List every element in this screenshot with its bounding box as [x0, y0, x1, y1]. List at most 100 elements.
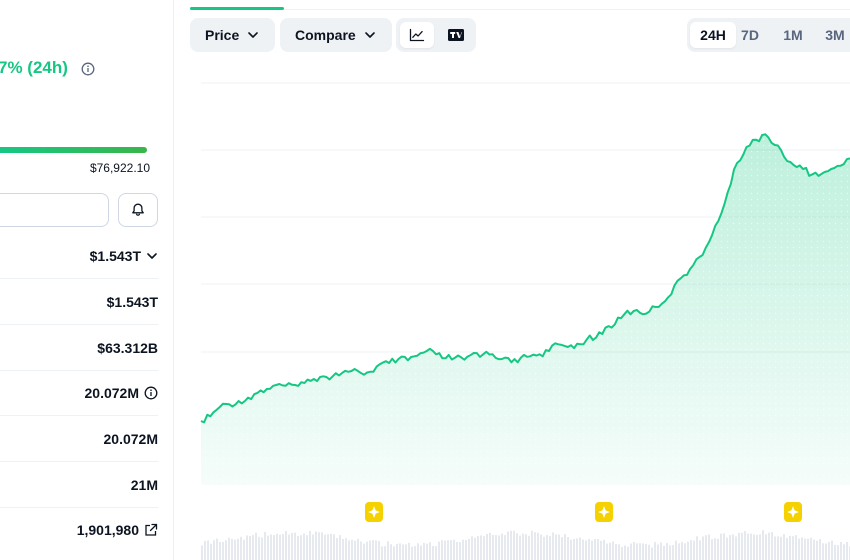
- volume-bar: [546, 535, 548, 560]
- chart-type-toggle: [396, 18, 476, 52]
- line-chart-icon: [409, 28, 425, 42]
- volume-bar: [279, 534, 281, 560]
- volume-bar: [387, 541, 389, 560]
- volume-bar: [666, 543, 668, 560]
- volume-bar: [552, 532, 554, 560]
- volume-bar: [345, 538, 347, 560]
- volume-bar: [663, 545, 665, 560]
- volume-bar: [474, 537, 476, 560]
- volume-bar: [381, 546, 383, 560]
- volume-bar: [792, 536, 794, 560]
- volume-bar: [282, 534, 284, 560]
- volume-bar: [576, 538, 578, 560]
- volume-bar: [339, 535, 341, 560]
- volume-bar: [816, 540, 818, 560]
- volume-bar: [768, 532, 770, 560]
- volume-bar: [636, 543, 638, 560]
- volume-bar: [456, 541, 458, 560]
- volume-bar: [801, 537, 803, 560]
- price-chart[interactable]: [0, 0, 850, 560]
- volume-bar: [210, 543, 212, 560]
- volume-bar: [243, 539, 245, 560]
- volume-bar: [432, 546, 434, 560]
- volume-bar: [693, 540, 695, 560]
- volume-bar: [297, 535, 299, 560]
- volume-bar: [357, 538, 359, 560]
- volume-bar: [807, 538, 809, 560]
- volume-bar: [423, 543, 425, 560]
- volume-bar: [756, 534, 758, 560]
- range-button-3m[interactable]: 3M: [815, 22, 850, 48]
- range-button-24h[interactable]: 24H: [690, 22, 736, 48]
- volume-bar: [459, 542, 461, 560]
- volume-bar: [540, 534, 542, 560]
- volume-bar: [606, 543, 608, 560]
- volume-bar: [717, 538, 719, 560]
- volume-bar: [276, 533, 278, 560]
- volume-bar: [249, 535, 251, 560]
- volume-bar: [369, 540, 371, 560]
- volume-bar: [225, 540, 227, 560]
- volume-bar: [333, 534, 335, 560]
- volume-bar: [222, 541, 224, 560]
- volume-bar: [378, 540, 380, 560]
- volume-bar: [780, 536, 782, 560]
- volume-bar: [513, 530, 515, 560]
- compare-dropdown[interactable]: Compare: [280, 18, 392, 52]
- volume-bar: [720, 533, 722, 560]
- line-chart-button[interactable]: [400, 22, 434, 48]
- volume-bar: [549, 535, 551, 560]
- volume-bar: [597, 539, 599, 560]
- volume-bar: [351, 539, 353, 560]
- volume-bar: [786, 537, 788, 560]
- volume-bar: [258, 537, 260, 560]
- volume-bar: [633, 541, 635, 560]
- volume-bar: [729, 535, 731, 560]
- volume-bar: [714, 538, 716, 560]
- volume-bar: [396, 543, 398, 560]
- compare-dropdown-label: Compare: [295, 27, 356, 43]
- range-button-1m[interactable]: 1M: [775, 22, 811, 48]
- volume-bar: [264, 531, 266, 560]
- volume-bar: [489, 532, 491, 560]
- volume-bar: [735, 536, 737, 560]
- volume-bar: [699, 540, 701, 560]
- volume-bar: [312, 534, 314, 560]
- volume-bar: [669, 545, 671, 560]
- volume-bar: [270, 534, 272, 560]
- volume-bar: [615, 543, 617, 560]
- volume-bar: [804, 538, 806, 560]
- tradingview-button[interactable]: [440, 22, 472, 48]
- volume-bar: [819, 539, 821, 560]
- volume-bar: [579, 537, 581, 560]
- volume-bar: [759, 534, 761, 560]
- volume-bar: [747, 533, 749, 560]
- chevron-down-icon: [364, 29, 376, 41]
- volume-bar: [732, 534, 734, 560]
- volume-bar: [429, 542, 431, 560]
- volume-bar: [831, 540, 833, 560]
- volume-bar: [657, 544, 659, 560]
- volume-bar: [738, 532, 740, 560]
- volume-bar: [723, 533, 725, 560]
- tradingview-icon: [448, 29, 464, 41]
- volume-bar: [765, 534, 767, 560]
- volume-bar: [507, 531, 509, 560]
- volume-bar: [567, 537, 569, 560]
- volume-bar: [825, 543, 827, 560]
- volume-bar: [372, 540, 374, 560]
- price-dropdown[interactable]: Price: [190, 18, 275, 52]
- volume-bar: [330, 533, 332, 560]
- volume-bar: [672, 545, 674, 560]
- volume-bar: [342, 539, 344, 560]
- volume-bar: [570, 539, 572, 560]
- volume-bar: [654, 541, 656, 560]
- volume-bar: [600, 540, 602, 560]
- volume-bar: [591, 540, 593, 560]
- volume-bar: [273, 534, 275, 560]
- volume-bar: [261, 537, 263, 560]
- tab-bar-border: [284, 9, 850, 10]
- range-button-7d[interactable]: 7D: [732, 22, 768, 48]
- volume-bar: [240, 536, 242, 560]
- volume-bar: [420, 545, 422, 560]
